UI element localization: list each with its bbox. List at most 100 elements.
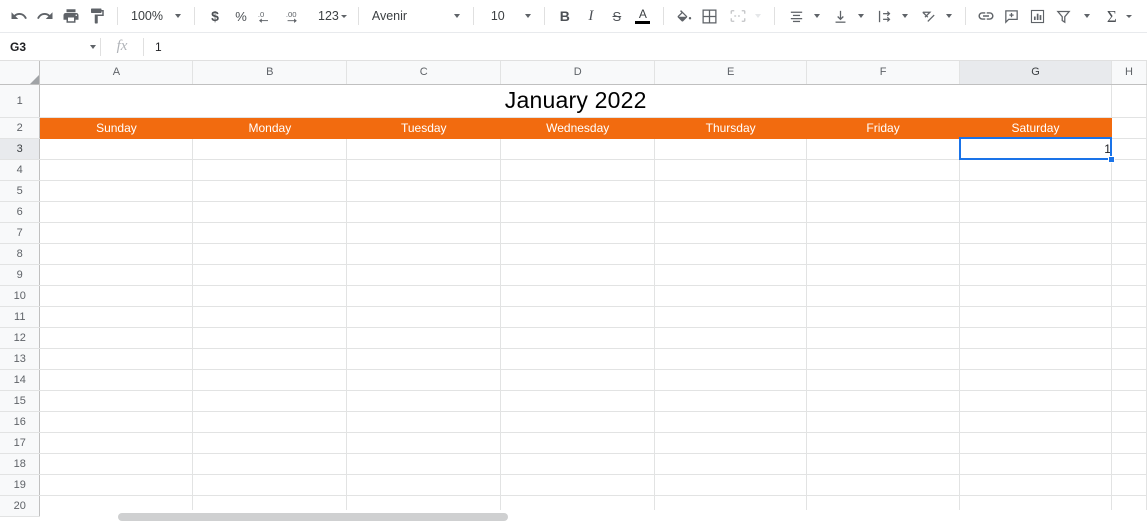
row-header-10[interactable]: 10 — [0, 284, 41, 307]
cell-d16[interactable] — [500, 410, 656, 433]
cell-h13[interactable] — [1110, 347, 1147, 370]
cell-f14[interactable] — [806, 368, 961, 391]
cell-f17[interactable] — [806, 431, 961, 454]
cell-f8[interactable] — [806, 242, 961, 265]
font-family-selector[interactable]: Avenir — [366, 3, 466, 29]
row-header-6[interactable]: 6 — [0, 200, 41, 223]
cell-e6[interactable] — [654, 200, 808, 223]
day-header-sunday[interactable]: Sunday — [39, 116, 194, 139]
cell-h9[interactable] — [1110, 263, 1147, 286]
cell-h7[interactable] — [1110, 221, 1147, 244]
cell-e15[interactable] — [654, 389, 808, 412]
row-header-9[interactable]: 9 — [0, 263, 41, 286]
cell-e10[interactable] — [654, 284, 808, 307]
cell-b7[interactable] — [192, 221, 348, 244]
row-header-2[interactable]: 2 — [0, 116, 41, 139]
cell-a11[interactable] — [39, 305, 194, 328]
cell-h6[interactable] — [1110, 200, 1147, 223]
cell-e16[interactable] — [654, 410, 808, 433]
text-wrapping-selector[interactable] — [870, 3, 914, 29]
calendar-title[interactable]: January 2022 — [39, 83, 1112, 118]
day-header-saturday[interactable]: Saturday — [959, 116, 1112, 139]
cell-a12[interactable] — [39, 326, 194, 349]
cell-d17[interactable] — [500, 431, 656, 454]
cell-c10[interactable] — [346, 284, 502, 307]
cell-d8[interactable] — [500, 242, 656, 265]
cell-b3[interactable] — [192, 137, 348, 160]
cell-d13[interactable] — [500, 347, 656, 370]
cell-h8[interactable] — [1110, 242, 1147, 265]
cell-h17[interactable] — [1110, 431, 1147, 454]
cell-f9[interactable] — [806, 263, 961, 286]
cell-c18[interactable] — [346, 452, 502, 475]
borders-button[interactable] — [697, 3, 723, 29]
cell-g13[interactable] — [959, 347, 1112, 370]
cell-b14[interactable] — [192, 368, 348, 391]
cell-c19[interactable] — [346, 473, 502, 496]
cell-e19[interactable] — [654, 473, 808, 496]
name-box[interactable]: G3 — [0, 33, 100, 60]
row-header-3[interactable]: 3 — [0, 137, 41, 160]
cell-g5[interactable] — [959, 179, 1112, 202]
cell-d7[interactable] — [500, 221, 656, 244]
cell-f11[interactable] — [806, 305, 961, 328]
functions-selector[interactable]: Σ — [1097, 3, 1136, 29]
cell-f5[interactable] — [806, 179, 961, 202]
functions-button[interactable]: Σ — [1099, 3, 1125, 29]
cell-h18[interactable] — [1110, 452, 1147, 475]
cell-b4[interactable] — [192, 158, 348, 181]
row-header-13[interactable]: 13 — [0, 347, 41, 370]
cell-g10[interactable] — [959, 284, 1112, 307]
insert-chart-button[interactable] — [1025, 3, 1051, 29]
cell-b9[interactable] — [192, 263, 348, 286]
cell-b5[interactable] — [192, 179, 348, 202]
cell-f19[interactable] — [806, 473, 961, 496]
more-formats-selector[interactable]: 123 — [312, 3, 351, 29]
bold-button[interactable]: B — [552, 3, 578, 29]
cell-a16[interactable] — [39, 410, 194, 433]
select-all-corner[interactable] — [0, 61, 41, 85]
cell-g17[interactable] — [959, 431, 1112, 454]
cell-b10[interactable] — [192, 284, 348, 307]
row-header-15[interactable]: 15 — [0, 389, 41, 412]
text-wrapping-button[interactable] — [872, 3, 898, 29]
cell-c17[interactable] — [346, 431, 502, 454]
fill-handle[interactable] — [1108, 156, 1116, 163]
cell-g7[interactable] — [959, 221, 1112, 244]
cell-a17[interactable] — [39, 431, 194, 454]
cell-h2[interactable] — [1110, 116, 1147, 139]
column-header-h[interactable]: H — [1110, 61, 1147, 85]
vertical-align-selector[interactable] — [826, 3, 870, 29]
row-header-18[interactable]: 18 — [0, 452, 41, 475]
row-header-16[interactable]: 16 — [0, 410, 41, 433]
cell-d14[interactable] — [500, 368, 656, 391]
cell-b15[interactable] — [192, 389, 348, 412]
cell-e17[interactable] — [654, 431, 808, 454]
cell-c15[interactable] — [346, 389, 502, 412]
italic-button[interactable]: I — [578, 3, 604, 29]
cell-e13[interactable] — [654, 347, 808, 370]
cell-c13[interactable] — [346, 347, 502, 370]
cell-c5[interactable] — [346, 179, 502, 202]
cell-h10[interactable] — [1110, 284, 1147, 307]
cell-g18[interactable] — [959, 452, 1112, 475]
day-header-monday[interactable]: Monday — [192, 116, 348, 139]
zoom-selector[interactable]: 100% — [125, 3, 187, 29]
row-header-7[interactable]: 7 — [0, 221, 41, 244]
row-header-8[interactable]: 8 — [0, 242, 41, 265]
cell-e7[interactable] — [654, 221, 808, 244]
cell-b16[interactable] — [192, 410, 348, 433]
paint-format-button[interactable] — [84, 3, 110, 29]
day-header-friday[interactable]: Friday — [806, 116, 961, 139]
day-header-tuesday[interactable]: Tuesday — [346, 116, 502, 139]
cell-h11[interactable] — [1110, 305, 1147, 328]
row-header-4[interactable]: 4 — [0, 158, 41, 181]
merge-cells-selector[interactable] — [723, 3, 767, 29]
cell-d15[interactable] — [500, 389, 656, 412]
row-header-17[interactable]: 17 — [0, 431, 41, 454]
cell-a13[interactable] — [39, 347, 194, 370]
cell-e3[interactable] — [654, 137, 808, 160]
horizontal-align-selector[interactable] — [782, 3, 826, 29]
cell-c9[interactable] — [346, 263, 502, 286]
cell-c6[interactable] — [346, 200, 502, 223]
